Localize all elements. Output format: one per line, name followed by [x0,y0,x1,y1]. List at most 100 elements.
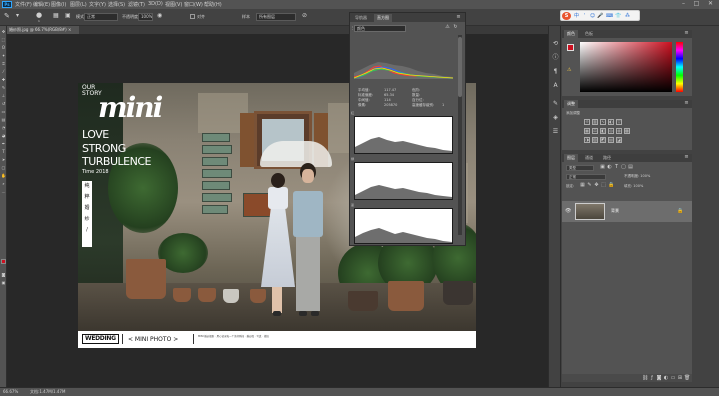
invert-icon[interactable]: ◑ [584,137,590,143]
refresh-icon[interactable]: ↻ [453,25,458,30]
gradient-map-icon[interactable]: ▤ [608,137,614,143]
opacity-input[interactable]: 100% [138,13,153,21]
menu-view[interactable]: 视图(V) [165,1,182,8]
menu-help[interactable]: 帮助(H) [204,1,222,8]
menu-image[interactable]: 图像(I) [51,1,66,8]
photo-filter-icon[interactable]: ◎ [608,128,614,134]
layer-row[interactable]: 👁 背景 🔒 [562,201,692,222]
tab-paths[interactable]: 路径 [600,154,614,162]
3d-icon[interactable]: ◈ [552,114,559,121]
type-tool-icon[interactable]: T [1,149,6,154]
voice-icon[interactable]: 🎤 [597,13,604,19]
eraser-tool-icon[interactable]: ▭ [1,109,6,114]
healing-tool-icon[interactable]: ✚ [1,77,6,82]
warning-icon[interactable]: ⚠ [445,25,450,30]
history-icon[interactable]: ⟲ [552,40,559,47]
sogou-logo[interactable]: S [562,12,571,20]
character-icon[interactable]: A [552,82,559,89]
punctuation-icon[interactable]: ʼ [581,13,588,19]
panel-menu-icon[interactable]: ≡ [684,155,689,160]
menu-edit[interactable]: 编辑(E) [33,1,50,8]
lock-artboard-icon[interactable]: ⬚ [601,183,606,188]
posterize-icon[interactable]: ▨ [592,137,598,143]
histogram-scroll-thumb[interactable] [458,37,462,97]
ignore-adjustment-icon[interactable]: ⊘ [302,12,307,19]
document-tab[interactable]: 婚纱照.jpg @ 66.7%(RGB/8#) × [7,26,79,34]
foreground-color-chip[interactable] [567,44,574,51]
lock-position-icon[interactable]: ✥ [594,183,599,188]
panel-menu-icon[interactable]: ≡ [684,31,689,36]
document-info[interactable]: 文档:1.47M/1.47M [30,389,65,395]
delete-layer-icon[interactable]: 🗑 [684,375,690,381]
layer-lock-icon[interactable]: 🔒 [677,208,683,214]
more-tools-icon[interactable]: … [1,189,6,194]
tab-channels[interactable]: 通道 [582,154,596,162]
toolbox-icon[interactable]: ⁂ [624,13,631,19]
eyedropper-tool-icon[interactable]: ⁄ [1,69,6,74]
hue-saturation-icon[interactable]: ▦ [584,128,590,134]
pressure-opacity-icon[interactable]: ◉ [157,12,162,19]
zoom-tool-icon[interactable]: ⌕ [1,181,6,186]
tab-layers[interactable]: 图层 [564,154,578,162]
dodge-tool-icon[interactable]: ◕ [1,133,6,138]
menu-file[interactable]: 文件(F) [15,1,32,8]
info-icon[interactable]: ⓘ [552,54,559,61]
lock-transparent-icon[interactable]: ▦ [580,183,585,188]
layer-kind-filter[interactable]: 类型 [566,165,594,171]
hue-slider[interactable] [676,42,683,92]
mode-select[interactable]: 正常 [84,13,118,21]
brightness-contrast-icon[interactable]: ☼ [584,119,590,125]
maximize-button[interactable]: □ [693,1,700,7]
menu-select[interactable]: 选择(S) [108,1,125,8]
gradient-tool-icon[interactable]: ▤ [1,117,6,122]
layer-style-icon[interactable]: ƒ [649,375,655,381]
exposure-icon[interactable]: ◐ [608,119,614,125]
skin-icon[interactable]: 👕 [615,13,622,19]
new-group-icon[interactable]: ▭ [670,375,676,381]
filter-shape-icon[interactable]: ▢ [621,165,626,170]
filter-adjustment-icon[interactable]: ◐ [607,165,612,170]
lock-image-icon[interactable]: ✎ [587,183,592,188]
clone-source-icon[interactable]: ▣ [65,12,71,19]
threshold-icon[interactable]: ◩ [600,137,606,143]
keyboard-icon[interactable]: ⌨ [606,13,613,19]
clone-stamp-tool-icon[interactable]: ✎ [4,12,10,20]
paragraph-icon[interactable]: ¶ [552,68,559,75]
color-picker-field[interactable] [580,42,672,92]
history-brush-tool-icon[interactable]: ↺ [1,101,6,106]
vibrance-icon[interactable]: ▽ [616,119,622,125]
screen-mode-icon[interactable]: ▣ [1,280,6,285]
minimize-button[interactable]: – [680,1,687,7]
visibility-eye-icon[interactable]: 👁 [565,208,571,214]
tab-color[interactable]: 颜色 [564,30,578,38]
filter-pixel-icon[interactable]: ▣ [600,165,605,170]
channel-select[interactable]: 颜色 [354,25,406,32]
layer-name[interactable]: 背景 [611,208,619,214]
crop-tool-icon[interactable]: ⌗ [1,61,6,66]
menu-filter[interactable]: 滤镜(T) [128,1,145,8]
hand-tool-icon[interactable]: ✋ [1,173,6,178]
ime-lang-toggle[interactable]: 中 [573,13,580,19]
path-select-tool-icon[interactable]: ➤ [1,157,6,162]
black-white-icon[interactable]: ◧ [600,128,606,134]
menu-3d[interactable]: 3D(D) [148,1,163,7]
blur-tool-icon[interactable]: ◔ [1,125,6,130]
zoom-level[interactable]: 66.67% [3,389,18,394]
new-layer-icon[interactable]: ⊞ [677,375,683,381]
tab-navigator[interactable]: 导航器 [352,14,370,22]
blend-mode-select[interactable]: 正常 [566,174,606,180]
curves-icon[interactable]: ∿ [600,119,606,125]
lock-all-icon[interactable]: 🔒 [608,183,614,188]
layer-opacity[interactable]: 不透明度: 100% [622,174,662,180]
brush-preview-icon[interactable]: ● [36,11,42,19]
pen-tool-icon[interactable]: ✒ [1,141,6,146]
layer-fill[interactable]: 填充: 100% [622,184,662,190]
lasso-tool-icon[interactable]: ʘ [1,45,6,50]
out-of-gamut-warning-icon[interactable]: ⚠ [567,67,571,73]
panel-menu-icon[interactable]: ≡ [684,101,689,106]
close-button[interactable]: ✕ [707,1,714,7]
emoji-icon[interactable]: ☺ [589,13,596,19]
new-adjustment-icon[interactable]: ◐ [663,375,669,381]
dropdown-chevron-icon[interactable]: ▾ [16,12,19,19]
color-lookup-icon[interactable]: ▩ [624,128,630,134]
